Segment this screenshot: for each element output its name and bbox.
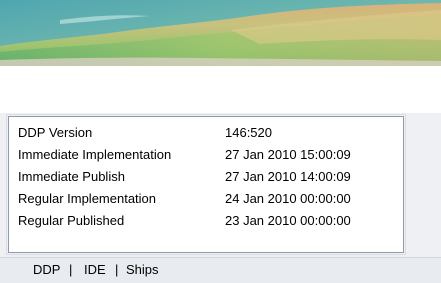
info-value: 146:520: [225, 125, 272, 140]
info-value: 27 Jan 2010 14:00:09: [225, 169, 351, 184]
info-value: 24 Jan 2010 00:00:00: [225, 191, 351, 206]
info-row-immediate-implementation: Immediate Implementation 27 Jan 2010 15:…: [9, 143, 403, 164]
info-value: 27 Jan 2010 15:00:09: [225, 147, 351, 162]
info-row-ddp-version: DDP Version 146:520: [9, 121, 403, 142]
info-label: Regular Published: [18, 213, 125, 228]
terrain-map-image: [0, 0, 441, 77]
tab-ddp[interactable]: DDP: [33, 262, 60, 277]
spacer: [0, 77, 441, 113]
info-row-immediate-publish: Immediate Publish 27 Jan 2010 14:00:09: [9, 165, 403, 186]
version-info-box: DDP Version 146:520 Immediate Implementa…: [6, 114, 406, 255]
tab-separator: |: [69, 262, 73, 277]
info-row-regular-published: Regular Published 23 Jan 2010 00:00:00: [9, 209, 403, 230]
bottom-tab-bar: DDP | IDE | Ships: [0, 257, 441, 283]
info-label: Immediate Implementation: [18, 147, 172, 162]
tab-ships[interactable]: Ships: [126, 262, 159, 277]
info-value: 23 Jan 2010 00:00:00: [225, 213, 351, 228]
tab-separator: |: [115, 262, 119, 277]
terrain-map-banner: [0, 0, 441, 77]
info-label: Immediate Publish: [18, 169, 125, 184]
info-row-regular-implementation: Regular Implementation 24 Jan 2010 00:00…: [9, 187, 403, 208]
tab-ide[interactable]: IDE: [84, 262, 106, 277]
info-label: DDP Version: [18, 125, 93, 140]
info-label: Regular Implementation: [18, 191, 157, 206]
